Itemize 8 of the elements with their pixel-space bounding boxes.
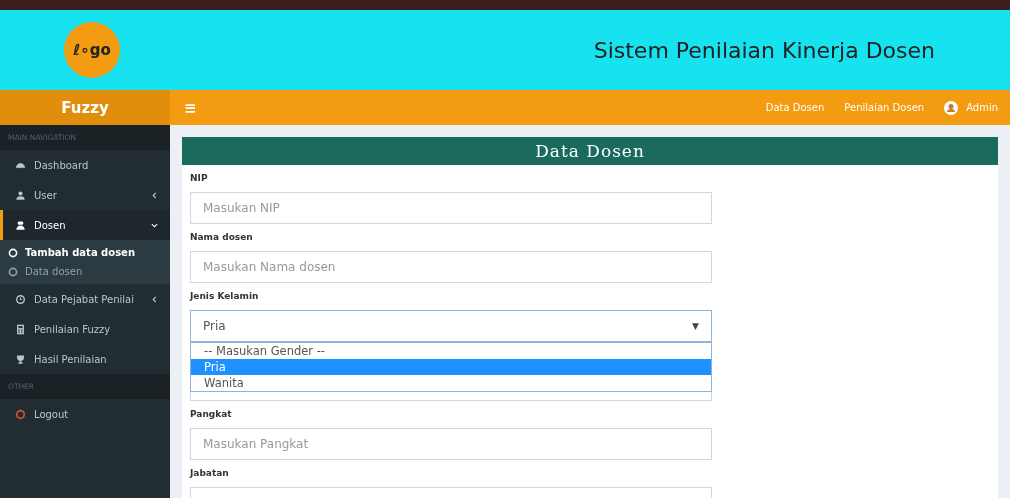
field-label: Nama dosen	[190, 232, 254, 244]
field-label: NIP	[190, 173, 209, 185]
field-label: Jabatan	[190, 468, 230, 480]
field-label: Jenis Kelamin	[190, 291, 260, 303]
field-label: Pangkat	[190, 409, 233, 421]
logo: ℓ∘go	[64, 22, 120, 78]
app-title: Sistem Penilaian Kinerja Dosen	[593, 37, 935, 63]
card-title: Data Dosen	[182, 137, 998, 165]
